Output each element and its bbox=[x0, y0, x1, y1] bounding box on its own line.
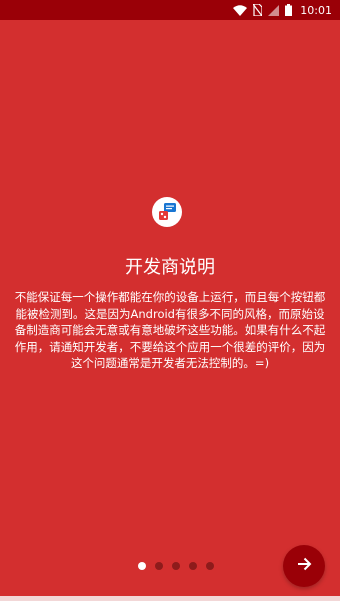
arrow-right-icon bbox=[296, 556, 312, 576]
developer-notice-text: 不能保证每一个操作都能在你的设备上运行，而且每个按钮都能被检测到。这是因为And… bbox=[14, 290, 326, 370]
page-title: 开发商说明 bbox=[125, 257, 215, 278]
status-bar: 10:01 bbox=[0, 0, 340, 20]
next-button[interactable] bbox=[283, 545, 325, 587]
status-time: 10:01 bbox=[300, 3, 332, 17]
page-dot-1[interactable] bbox=[138, 562, 146, 570]
page-dot-3[interactable] bbox=[172, 562, 180, 570]
page-dot-2[interactable] bbox=[155, 562, 163, 570]
wifi-icon bbox=[233, 4, 248, 16]
system-nav-strip bbox=[0, 596, 340, 601]
battery-icon bbox=[285, 4, 293, 16]
page-dot-4[interactable] bbox=[189, 562, 197, 570]
page-dot-5[interactable] bbox=[206, 562, 214, 570]
developer-notice-app-icon bbox=[152, 197, 182, 227]
cellular-signal-icon bbox=[268, 4, 280, 16]
page-indicator bbox=[138, 561, 214, 571]
no-sim-icon bbox=[253, 4, 263, 16]
